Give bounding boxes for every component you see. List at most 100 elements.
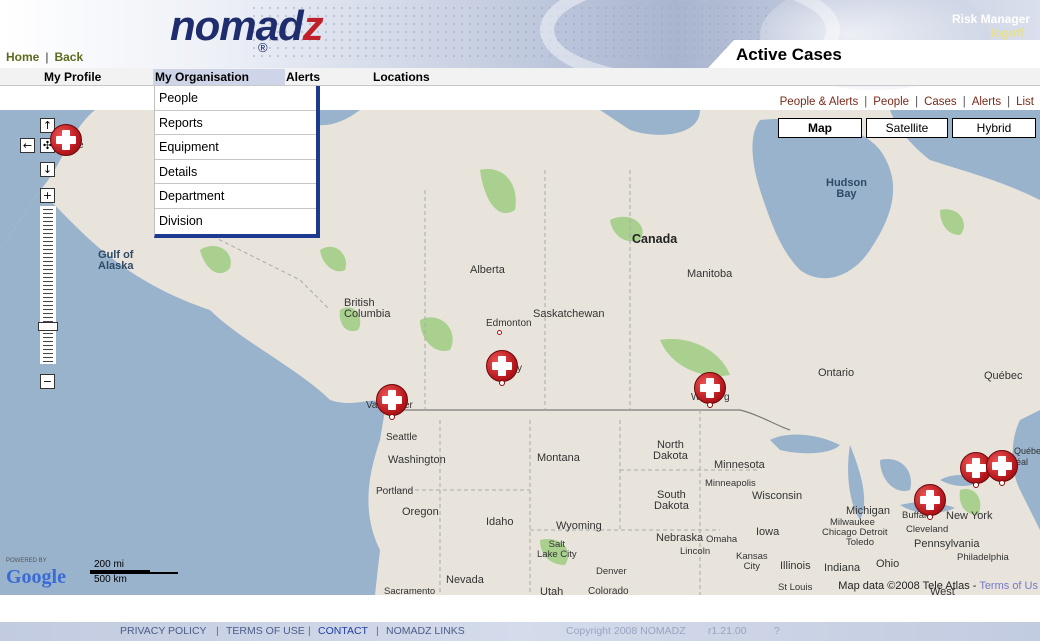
- zoom-in-icon[interactable]: +: [40, 188, 55, 203]
- map-label-wisconsin: Wisconsin: [752, 490, 803, 502]
- menu-item-people[interactable]: People: [155, 86, 316, 111]
- contact-link[interactable]: CONTACT: [318, 622, 368, 641]
- map-label-seattle: Seattle: [386, 432, 418, 443]
- separator: |: [1007, 96, 1011, 108]
- menu-item-department[interactable]: Department: [155, 184, 316, 209]
- map-label-cleveland: Cleveland: [906, 524, 949, 535]
- map-label-north-dakota: North Dakota: [653, 439, 688, 462]
- map-label-illinois: Illinois: [780, 560, 811, 572]
- map-type-hybrid-button[interactable]: Hybrid: [952, 118, 1036, 138]
- map-label-manitoba: Manitoba: [687, 268, 733, 280]
- map-label-ontario: Ontario: [818, 367, 855, 379]
- map-type-satellite-button[interactable]: Satellite: [866, 118, 948, 138]
- pan-down-icon[interactable]: ↓: [40, 162, 55, 177]
- map-label-oregon: Oregon: [402, 506, 439, 518]
- scale-km: 500 km: [94, 574, 127, 585]
- zoom-out-icon[interactable]: −: [40, 374, 55, 389]
- google-logo[interactable]: Google: [6, 566, 66, 589]
- zoom-slider-track[interactable]: [40, 206, 56, 364]
- city-dot: [497, 330, 502, 335]
- separator: |: [45, 50, 49, 64]
- map-type-map-button[interactable]: Map: [778, 118, 862, 138]
- case-marker-icon[interactable]: [486, 350, 518, 390]
- menu-item-details[interactable]: Details: [155, 160, 316, 185]
- version-text: r1.21.00: [708, 625, 747, 637]
- view-alerts-link[interactable]: Alerts: [972, 96, 1001, 108]
- separator: |: [962, 96, 966, 108]
- logo-registered-mark: ®: [258, 40, 268, 55]
- map-label-michigan: Michigan: [846, 505, 891, 517]
- case-marker-icon[interactable]: [694, 372, 726, 412]
- map-label-new-york: New York: [946, 510, 993, 522]
- map-label-kansas-city: Kansas City: [736, 551, 768, 572]
- map-label-philadelphia: Philadelphia: [957, 552, 1009, 563]
- map-label-idaho: Idaho: [486, 516, 514, 528]
- map-label-montana: Montana: [537, 452, 580, 464]
- map-label-minnesota: Minnesota: [714, 459, 765, 471]
- page-title: Active Cases: [736, 45, 842, 64]
- main-nav: My Profile My Organisation Alerts Locati…: [0, 68, 1040, 86]
- terms-of-use-link[interactable]: TERMS OF USE: [226, 622, 305, 641]
- map-label-south-dakota: South Dakota: [654, 489, 689, 512]
- user-role: Risk Manager: [951, 12, 1030, 26]
- map-label-st-louis: St Louis: [778, 582, 813, 593]
- nav-my-organisation[interactable]: My Organisation: [153, 69, 285, 85]
- view-cases-link[interactable]: Cases: [924, 96, 957, 108]
- map-label-colorado: Colorado: [588, 586, 629, 595]
- case-marker-icon[interactable]: [986, 450, 1018, 490]
- map-label-nebraska: Nebraska: [656, 532, 704, 544]
- terms-of-use-map-link[interactable]: Terms of Us: [979, 580, 1038, 592]
- my-organisation-dropdown: People Reports Equipment Details Departm…: [154, 86, 320, 238]
- map-label-washington: Washington: [388, 454, 446, 466]
- nav-alerts[interactable]: Alerts: [286, 69, 320, 85]
- map-label-iowa: Iowa: [756, 526, 780, 538]
- map-label-edmonton: Edmonton: [486, 318, 532, 329]
- map-label-sacramento: Sacramento: [384, 586, 436, 595]
- view-list-link[interactable]: List: [1016, 96, 1034, 108]
- map-label-portland: Portland: [376, 486, 414, 497]
- separator: |: [216, 625, 219, 637]
- separator: |: [864, 96, 868, 108]
- map-label-saskatchewan: Saskatchewan: [533, 308, 605, 320]
- map-label-ohio: Ohio: [876, 558, 900, 570]
- menu-item-equipment[interactable]: Equipment: [155, 135, 316, 160]
- map-label-hudson-bay: Hudson Bay: [826, 177, 867, 200]
- map-label-quebec: Québec: [984, 370, 1023, 382]
- nomadz-links-link[interactable]: NOMADZ LINKS: [386, 622, 465, 641]
- home-link[interactable]: Home: [6, 50, 39, 64]
- pan-left-icon[interactable]: ←: [20, 138, 35, 153]
- zoom-slider-thumb[interactable]: [38, 322, 58, 331]
- map-label-nevada: Nevada: [446, 574, 484, 586]
- menu-item-reports[interactable]: Reports: [155, 111, 316, 136]
- map-label-toledo: Toledo: [846, 537, 874, 548]
- map-label-minneapolis: Minneapolis: [705, 478, 756, 489]
- header: nomadz ® Home | Back Risk Manager logoff A…: [0, 0, 1040, 90]
- map-label-utah: Utah: [540, 586, 564, 595]
- back-link[interactable]: Back: [54, 50, 83, 64]
- map-label-indiana: Indiana: [824, 562, 861, 574]
- help-link[interactable]: ?: [774, 622, 780, 641]
- powered-by-label: POWERED BY: [6, 558, 47, 564]
- map-label-canada: Canada: [632, 232, 678, 246]
- map-label-omaha: Omaha: [706, 534, 738, 545]
- map-label-denver: Denver: [596, 566, 627, 577]
- map-label-alberta: Alberta: [470, 264, 505, 276]
- case-marker-icon[interactable]: [914, 484, 946, 524]
- separator: |: [915, 96, 919, 108]
- footer: PRIVACY POLICY | TERMS OF USE | CONTACT …: [0, 622, 1040, 641]
- map-label-gulf-of-alaska: Gulf of Alaska: [98, 249, 134, 272]
- case-marker-icon[interactable]: [376, 384, 408, 424]
- nav-my-profile[interactable]: My Profile: [44, 69, 101, 85]
- scale-miles: 200 mi: [94, 559, 125, 570]
- separator: |: [376, 625, 379, 637]
- map-label-lincoln: Lincoln: [680, 546, 711, 557]
- nav-locations[interactable]: Locations: [373, 69, 430, 85]
- case-marker-icon[interactable]: [50, 124, 82, 164]
- logoff-link[interactable]: logoff: [991, 26, 1024, 40]
- copyright-text: Copyright 2008 NOMADZ: [566, 625, 686, 637]
- view-people-link[interactable]: People: [873, 96, 909, 108]
- menu-item-division[interactable]: Division: [155, 209, 316, 234]
- privacy-policy-link[interactable]: PRIVACY POLICY: [120, 622, 207, 641]
- view-people-alerts-link[interactable]: People & Alerts: [780, 96, 859, 108]
- map-attribution: Map data ©2008 Tele Atlas - Terms of Us: [838, 580, 1038, 592]
